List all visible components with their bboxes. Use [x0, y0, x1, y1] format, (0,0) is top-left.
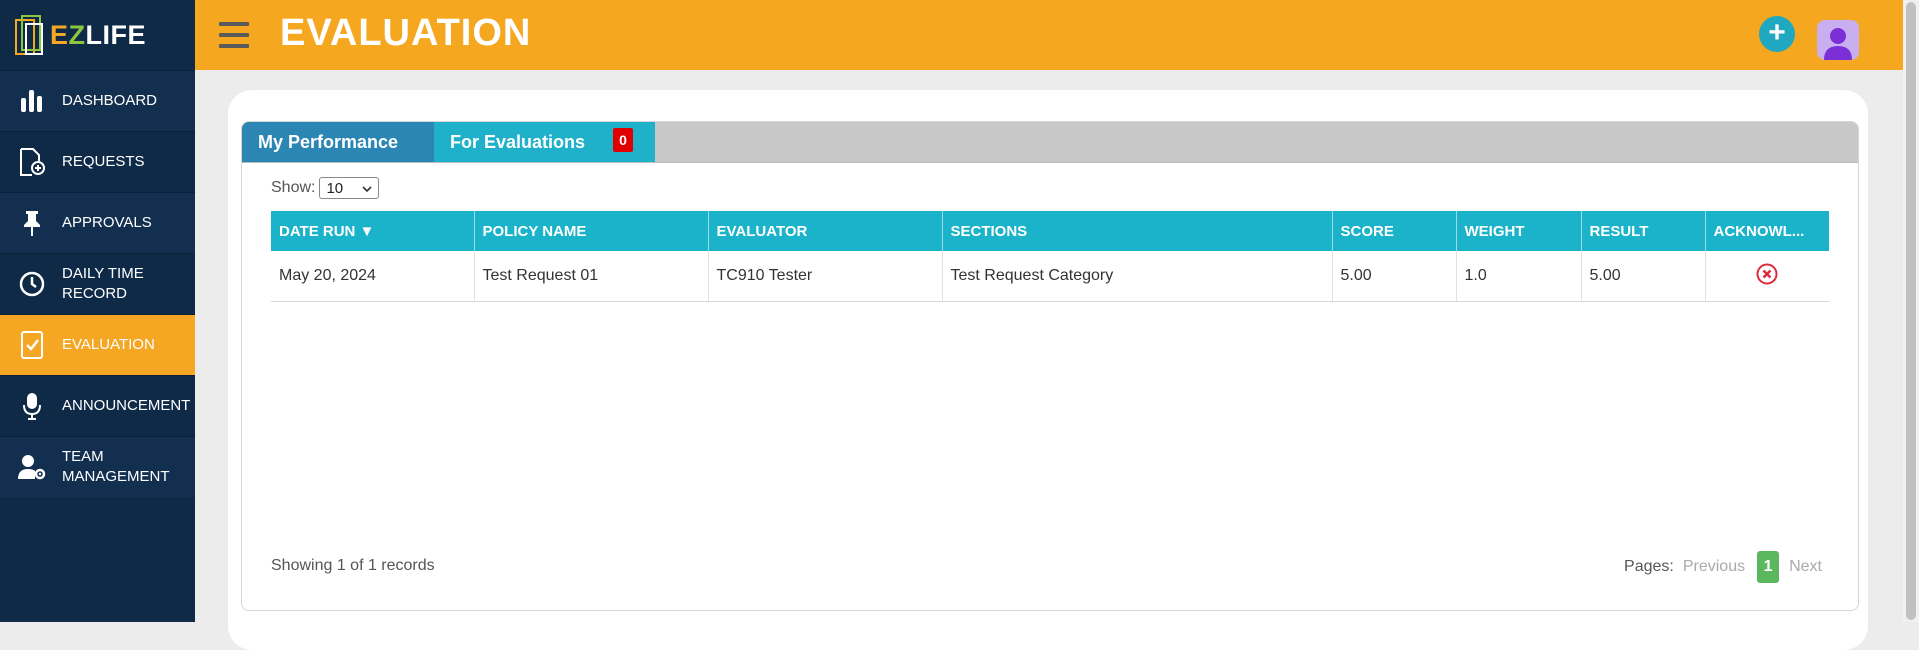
page-size-select[interactable]: 10: [319, 177, 380, 199]
user-avatar-icon[interactable]: [1817, 20, 1859, 60]
sidebar: EZLIFE DASHBOARD REQUESTS APPROVALS DAIL…: [0, 0, 195, 622]
records-summary: Showing 1 of 1 records: [271, 557, 435, 574]
add-button[interactable]: +: [1759, 16, 1795, 52]
clock-icon: [16, 268, 48, 300]
sidebar-item-label: APPROVALS: [62, 214, 152, 231]
x-circle-icon[interactable]: [1755, 263, 1779, 290]
sidebar-item-announcement[interactable]: ANNOUNCEMENT: [0, 375, 195, 436]
page-size-control: Show: 10: [271, 177, 380, 199]
evaluation-table: DATE RUN ▼ POLICY NAME EVALUATOR SECTION…: [271, 211, 1829, 302]
sidebar-item-daily-time-record[interactable]: DAILY TIME RECORD: [0, 253, 195, 314]
pages-label: Pages:: [1624, 558, 1674, 575]
column-header-date-run[interactable]: DATE RUN ▼: [271, 211, 475, 251]
app-logo[interactable]: EZLIFE: [0, 0, 195, 70]
checklist-icon: [16, 329, 48, 361]
column-header-weight[interactable]: WEIGHT: [1456, 211, 1582, 251]
pagination: Pages: Previous 1 Next: [1624, 551, 1822, 583]
bar-chart-icon: [16, 85, 48, 117]
logo-mark-icon: [14, 12, 46, 58]
top-bar: EVALUATION +: [195, 0, 1903, 70]
page-scrollbar[interactable]: [1903, 0, 1919, 622]
tab-label: For Evaluations: [450, 131, 586, 152]
page-size-value: 10: [326, 179, 344, 197]
page-number-button[interactable]: 1: [1757, 551, 1780, 583]
column-header-score[interactable]: SCORE: [1332, 211, 1457, 251]
logo-text: EZLIFE: [50, 19, 147, 50]
column-header-evaluator[interactable]: EVALUATOR: [708, 211, 943, 251]
table-row[interactable]: May 20, 2024 Test Request 01 TC910 Teste…: [271, 251, 1829, 302]
next-page-button[interactable]: Next: [1789, 558, 1822, 576]
cell-weight: 1.0: [1456, 251, 1582, 302]
sidebar-item-label: DASHBOARD: [62, 92, 158, 109]
previous-page-button[interactable]: Previous: [1683, 558, 1745, 576]
sidebar-item-label: TEAM MANAGEMENT: [62, 448, 170, 485]
cell-acknowledged: [1705, 251, 1829, 302]
sidebar-item-label: EVALUATION: [62, 336, 155, 353]
cell-score: 5.00: [1332, 251, 1457, 302]
sidebar-item-evaluation[interactable]: EVALUATION: [0, 314, 195, 375]
cell-date-run: May 20, 2024: [271, 251, 475, 302]
sidebar-item-label: REQUESTS: [62, 153, 145, 170]
cell-evaluator: TC910 Tester: [708, 251, 943, 302]
chevron-down-icon: [362, 180, 373, 197]
cell-policy-name: Test Request 01: [474, 251, 709, 302]
sidebar-item-team-management[interactable]: TEAM MANAGEMENT: [0, 436, 195, 497]
column-header-sections[interactable]: SECTIONS: [942, 211, 1333, 251]
sidebar-item-approvals[interactable]: APPROVALS: [0, 192, 195, 253]
user-gear-icon: [16, 451, 48, 483]
plus-icon: +: [1768, 16, 1786, 49]
table-header-row: DATE RUN ▼ POLICY NAME EVALUATOR SECTION…: [271, 211, 1829, 251]
microphone-icon: [16, 390, 48, 422]
sidebar-item-dashboard[interactable]: DASHBOARD: [0, 70, 195, 131]
tab-label: My Performance: [258, 131, 399, 152]
sidebar-item-requests[interactable]: REQUESTS: [0, 131, 195, 192]
tab-for-evaluations[interactable]: For Evaluations 0: [434, 122, 655, 162]
count-badge: 0: [613, 128, 633, 152]
page-title: EVALUATION: [280, 12, 532, 54]
cell-sections: Test Request Category: [942, 251, 1333, 302]
cell-result: 5.00: [1581, 251, 1706, 302]
column-header-policy-name[interactable]: POLICY NAME: [474, 211, 709, 251]
document-plus-icon: [16, 146, 48, 178]
sidebar-item-label: ANNOUNCEMENT: [62, 397, 191, 414]
column-header-result[interactable]: RESULT: [1581, 211, 1706, 251]
column-header-acknowledged[interactable]: ACKNOWL...: [1705, 211, 1829, 251]
show-label: Show:: [271, 179, 316, 196]
tab-bar: My Performance For Evaluations 0: [242, 122, 1858, 163]
sidebar-item-label: DAILY TIME RECORD: [62, 265, 144, 302]
tab-my-performance[interactable]: My Performance: [242, 122, 434, 162]
hamburger-menu-icon[interactable]: [219, 22, 249, 48]
evaluation-panel: My Performance For Evaluations 0 Show: 1…: [241, 121, 1859, 611]
pin-icon: [16, 207, 48, 239]
